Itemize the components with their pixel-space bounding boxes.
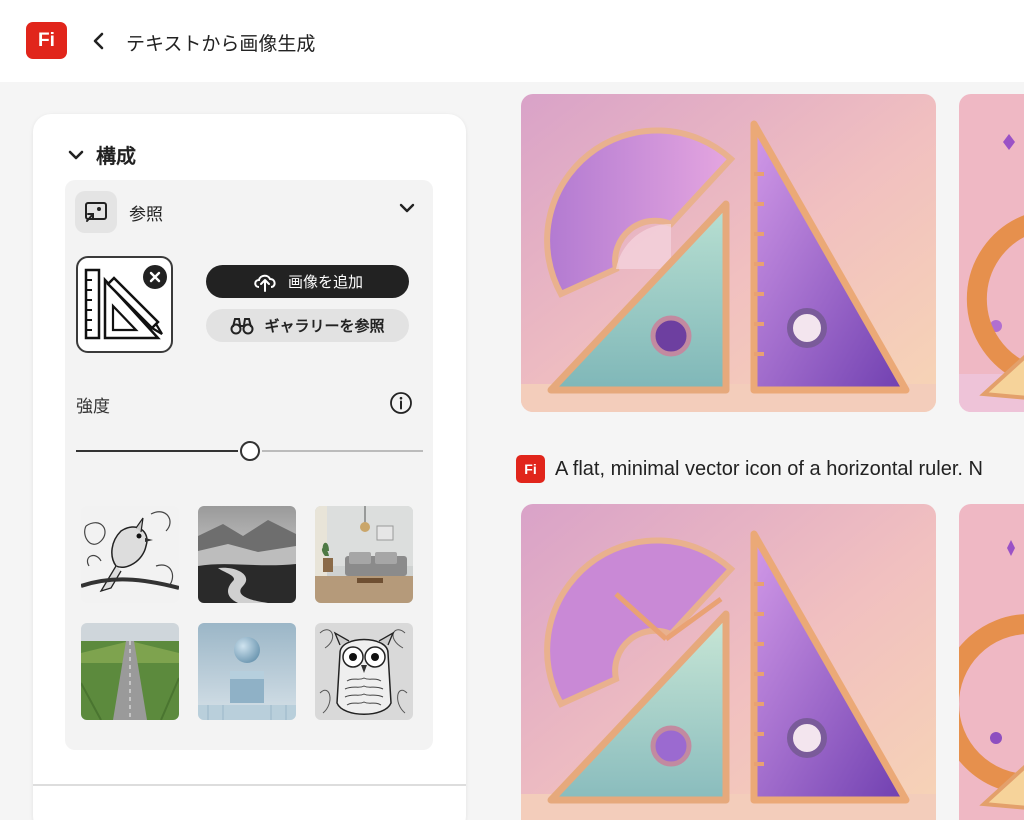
- protractor-partial-image: [959, 94, 1024, 412]
- slider-track-filled: [76, 450, 238, 452]
- binoculars-icon: [230, 317, 254, 334]
- result-image-1[interactable]: [521, 94, 936, 412]
- gallery-thumb-living-room[interactable]: [315, 506, 413, 603]
- add-image-button[interactable]: 画像を追加: [206, 265, 409, 298]
- firefly-prompt-logo: Fi: [516, 455, 545, 483]
- info-icon[interactable]: [389, 391, 413, 415]
- bird-sketch-icon: [81, 506, 179, 603]
- firefly-logo[interactable]: Fi: [26, 22, 67, 59]
- misty-lake-icon: [198, 506, 296, 603]
- panel-divider: [33, 784, 466, 786]
- composition-title: 構成: [96, 144, 136, 168]
- add-image-label: 画像を追加: [287, 273, 363, 291]
- gallery-thumb-bird[interactable]: [81, 506, 179, 603]
- top-bar: Fi テキストから画像生成: [0, 0, 1024, 82]
- strength-label: 強度: [76, 397, 110, 417]
- browse-gallery-button[interactable]: ギャラリーを参照: [206, 309, 409, 342]
- reference-label: 参照: [129, 204, 163, 225]
- sphere-cube-icon: [198, 623, 296, 720]
- road-field-icon: [81, 623, 179, 720]
- back-chevron-icon[interactable]: [88, 28, 110, 54]
- chevron-down-icon[interactable]: [399, 202, 415, 214]
- cloud-upload-icon: [254, 274, 276, 292]
- reference-header[interactable]: 参照: [75, 190, 423, 234]
- prompt-text[interactable]: A flat, minimal vector icon of a horizon…: [555, 458, 983, 481]
- protractor-partial-image: [959, 504, 1024, 820]
- living-room-icon: [315, 506, 413, 603]
- result-image-3[interactable]: [521, 504, 936, 820]
- browse-gallery-label: ギャラリーを参照: [264, 317, 385, 335]
- protractor-triangle-image: [521, 94, 936, 412]
- page-title: テキストから画像生成: [126, 33, 316, 55]
- prompt-row: Fi A flat, minimal vector icon of a hori…: [516, 455, 983, 483]
- composition-panel: 構成 参照 画像を追加 ギャラリーを参照 強度: [33, 114, 466, 820]
- composition-section-toggle[interactable]: 構成: [68, 140, 136, 169]
- slider-handle[interactable]: [240, 441, 260, 461]
- gallery-thumb-lake[interactable]: [198, 506, 296, 603]
- result-image-2[interactable]: [959, 94, 1024, 412]
- gallery-thumbnail-grid: [81, 506, 413, 720]
- gallery-thumb-sphere-cube[interactable]: [198, 623, 296, 720]
- protractor-triangle-image: [521, 504, 936, 820]
- reference-section: 参照 画像を追加 ギャラリーを参照 強度: [65, 180, 433, 750]
- remove-reference-icon[interactable]: [143, 265, 167, 289]
- gallery-thumb-owl[interactable]: [315, 623, 413, 720]
- chevron-down-icon: [68, 150, 84, 159]
- result-image-4[interactable]: [959, 504, 1024, 820]
- gallery-thumb-road[interactable]: [81, 623, 179, 720]
- reference-image-icon: [75, 191, 117, 233]
- slider-track-empty: [262, 450, 423, 452]
- owl-sketch-icon: [315, 623, 413, 720]
- strength-slider[interactable]: [76, 436, 423, 466]
